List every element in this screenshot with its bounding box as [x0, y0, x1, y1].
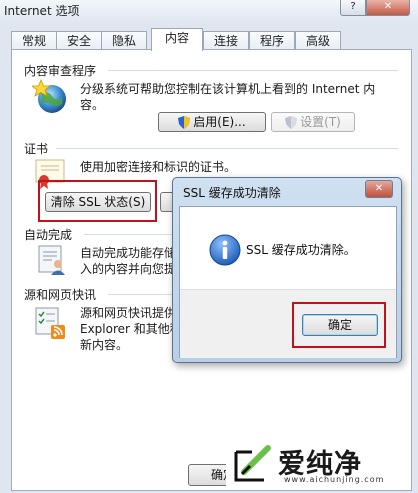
group-separator	[108, 70, 398, 71]
certificates-text: 使用加密连接和标识的证书。	[80, 160, 237, 174]
clear-ssl-state-button[interactable]: 清除 SSL 状态(S)	[45, 192, 151, 212]
autocomplete-title: 自动完成	[24, 228, 73, 242]
dialog-body: SSL 缓存成功清除。 确定	[179, 206, 397, 358]
group-separator	[56, 148, 398, 149]
feeds-text-3: 新内容。	[80, 338, 129, 352]
autocomplete-text-2: 入的内容并向您提	[80, 262, 174, 276]
feeds-text-2: Explorer 和其他程	[80, 322, 174, 336]
info-icon	[209, 234, 241, 266]
autocomplete-text-1: 自动完成功能存储	[80, 246, 174, 260]
feeds-list-icon	[35, 307, 65, 339]
tab-privacy[interactable]: 隐私	[101, 31, 147, 50]
dialog-close-button[interactable]: ✕	[365, 180, 393, 198]
content-advisor-title: 内容审查程序	[24, 64, 97, 78]
group-separator	[84, 234, 174, 235]
settings-button-label: 设置(T)	[300, 115, 341, 129]
ssl-cleared-dialog: SSL 缓存成功清除 ✕ SSL 缓存成功清除。 确定	[172, 177, 402, 363]
tab-general[interactable]: 常规	[11, 31, 57, 50]
tab-security[interactable]: 安全	[56, 31, 102, 50]
dialog-message: SSL 缓存成功清除。	[246, 243, 356, 257]
shield-icon	[285, 115, 298, 129]
feeds-text-1: 源和网页快讯提供	[80, 306, 174, 320]
brand-logo-icon	[234, 445, 271, 482]
watermark: 爱纯净 www.aichunjing.com	[226, 440, 404, 488]
close-button[interactable]: ✕	[366, 0, 410, 16]
shield-icon	[178, 115, 191, 129]
enable-button[interactable]: 启用(E)...	[158, 112, 266, 132]
dialog-title: SSL 缓存成功清除	[183, 186, 281, 200]
enable-button-label: 启用(E)...	[193, 115, 246, 129]
certificates-title: 证书	[24, 142, 49, 156]
window-title: Internet 选项	[4, 4, 80, 18]
dialog-footer: 确定	[180, 289, 396, 358]
content-advisor-text-2: 容。	[80, 98, 105, 112]
watermark-url: www.aichunjing.com	[284, 475, 385, 484]
tab-programs[interactable]: 程序	[249, 31, 295, 50]
content-advisor-text-1: 分级系统可帮助您控制在该计算机上看到的 Internet 内	[80, 82, 376, 96]
settings-button[interactable]: 设置(T)	[271, 112, 355, 132]
feeds-title: 源和网页快讯	[24, 288, 97, 302]
group-separator	[108, 294, 174, 295]
tab-advanced[interactable]: 高级	[295, 31, 341, 50]
autocomplete-form-icon	[38, 245, 65, 275]
tab-connections[interactable]: 连接	[203, 31, 249, 50]
dialog-ok-button[interactable]: 确定	[302, 314, 378, 336]
globe-star-icon	[32, 78, 66, 113]
tab-content[interactable]: 内容	[151, 28, 203, 51]
help-button[interactable]: ?	[340, 0, 366, 16]
